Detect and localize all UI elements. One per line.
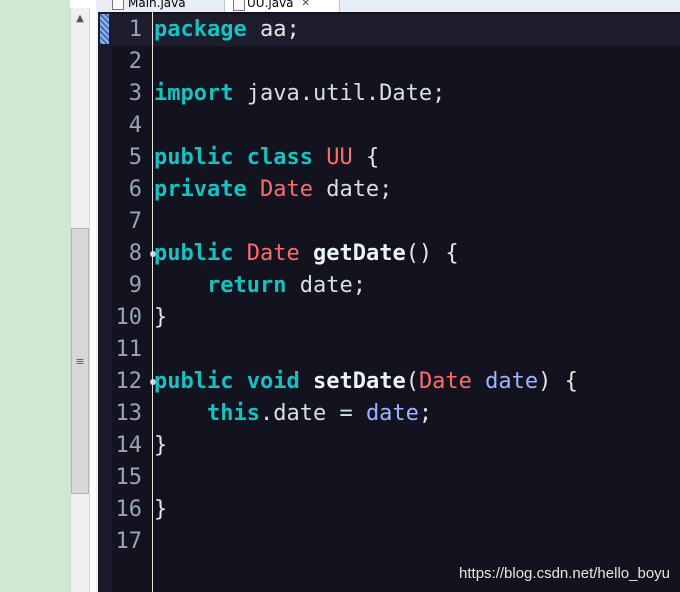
- code-token: date: [365, 401, 419, 426]
- scrollbar-thumb[interactable]: ≡: [71, 228, 89, 494]
- code-editor[interactable]: 1 2 3 4 5 6 7 8 9 10 11 12 13 14 15 16 17 package aa; imp…: [112, 12, 680, 592]
- line-number: 8: [112, 238, 156, 270]
- code-token: public: [154, 369, 234, 394]
- code-line[interactable]: [154, 334, 680, 366]
- code-line[interactable]: [154, 526, 680, 558]
- code-token: Date: [259, 177, 313, 202]
- line-number: 4: [128, 113, 142, 138]
- line-number: 16: [115, 497, 143, 522]
- code-line[interactable]: private Date date;: [154, 174, 680, 206]
- code-token: Date: [246, 241, 300, 266]
- code-token: ;: [418, 401, 433, 426]
- code-line[interactable]: [154, 110, 680, 142]
- code-token: void: [246, 369, 300, 394]
- code-token: getDate: [312, 241, 406, 266]
- line-number: 5: [128, 145, 142, 170]
- code-token: }: [154, 305, 168, 330]
- line-number: 1: [128, 17, 142, 42]
- line-number: 13: [115, 401, 143, 426]
- current-line-marker: [100, 14, 109, 44]
- code-text[interactable]: package aa; import java.util.Date; public …: [154, 14, 680, 558]
- editor-ruler: [96, 12, 112, 592]
- watermark: https://blog.csdn.net/hello_boyu: [459, 565, 670, 582]
- code-line[interactable]: import java.util.Date;: [154, 78, 680, 110]
- code-line[interactable]: }: [154, 302, 680, 334]
- tab-label: Main.java: [128, 0, 186, 10]
- code-token: (: [405, 369, 419, 394]
- code-line[interactable]: [154, 462, 680, 494]
- line-number: 12: [112, 366, 156, 398]
- code-token: {: [352, 145, 380, 170]
- code-line[interactable]: return date;: [154, 270, 680, 302]
- code-token: return: [206, 273, 287, 298]
- code-line[interactable]: public Date getDate() {: [154, 238, 680, 270]
- line-number: 6: [128, 177, 142, 202]
- code-token: }: [154, 497, 168, 522]
- line-number: 17: [115, 529, 143, 554]
- code-token: import: [154, 81, 234, 106]
- code-token: setDate: [312, 369, 406, 394]
- code-token: this: [206, 401, 260, 426]
- code-line[interactable]: [154, 206, 680, 238]
- code-token: Date: [418, 369, 472, 394]
- line-number: 9: [128, 273, 142, 298]
- code-token: private: [154, 177, 247, 202]
- line-number: 10: [115, 305, 143, 330]
- left-panel: [0, 0, 70, 592]
- scroll-up-arrow-icon[interactable]: ▲: [71, 8, 89, 28]
- code-line[interactable]: }: [154, 430, 680, 462]
- tab-main-java[interactable]: Main.java: [104, 0, 224, 12]
- line-number-gutter: 1 2 3 4 5 6 7 8 9 10 11 12 13 14 15 16 17: [112, 14, 156, 558]
- code-line[interactable]: this.date = date;: [154, 398, 680, 430]
- code-token: .date =: [259, 401, 366, 426]
- line-number: 14: [115, 433, 143, 458]
- line-number: 3: [128, 81, 142, 106]
- grip-icon: ≡: [75, 354, 85, 368]
- code-token: ) {: [538, 369, 578, 394]
- code-token: () {: [405, 241, 459, 266]
- gutter-separator: [152, 12, 153, 592]
- line-number: 15: [115, 465, 143, 490]
- code-token: date: [485, 369, 539, 394]
- line-number: 11: [115, 337, 143, 362]
- code-line[interactable]: }: [154, 494, 680, 526]
- code-token: date;: [286, 273, 366, 298]
- line-number: 7: [128, 209, 142, 234]
- code-token: }: [154, 433, 168, 458]
- code-line[interactable]: public class UU {: [154, 142, 680, 174]
- code-line[interactable]: package aa;: [154, 14, 680, 46]
- vertical-scrollbar[interactable]: ▲ ≡: [70, 8, 90, 592]
- code-token: date;: [312, 177, 393, 202]
- code-token: UU: [326, 145, 353, 170]
- tab-label: UU.java: [247, 0, 294, 10]
- code-line[interactable]: [154, 46, 680, 78]
- code-token: public: [154, 241, 234, 266]
- code-token: package: [154, 17, 247, 42]
- code-token: public: [154, 145, 234, 170]
- line-number: 2: [128, 49, 142, 74]
- close-icon[interactable]: ✕: [302, 0, 310, 9]
- code-token: aa;: [246, 17, 300, 42]
- code-line[interactable]: public void setDate(Date date) {: [154, 366, 680, 398]
- java-file-icon: [233, 0, 245, 11]
- tab-uu-java[interactable]: UU.java ✕: [224, 0, 340, 12]
- code-token: class: [246, 145, 313, 170]
- code-token: java.util.Date;: [233, 81, 446, 106]
- java-file-icon: [112, 0, 124, 10]
